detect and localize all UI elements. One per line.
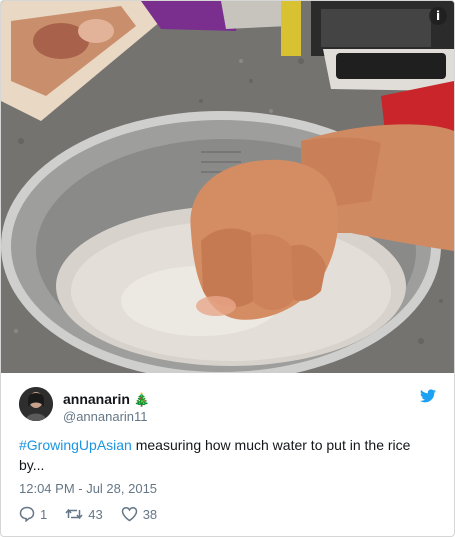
retweet-count: 43 [88,506,103,522]
reply-icon [19,506,35,522]
display-name[interactable]: annanarin [63,391,130,407]
rice-cooker-photo [1,1,454,373]
retweet-button[interactable]: 43 [65,506,103,522]
tweet-photo[interactable]: i [1,1,454,373]
avatar[interactable] [19,387,53,421]
user-handle[interactable]: @annanarin11 [63,409,148,424]
display-name-row[interactable]: annanarin 🎄 [63,391,150,408]
tweet-actions: 1 43 38 [19,505,175,523]
like-button[interactable]: 38 [121,506,157,522]
twitter-bird-icon[interactable] [420,389,436,403]
info-icon[interactable]: i [429,7,447,25]
reply-count: 1 [40,506,48,522]
timestamp[interactable]: 12:04 PM - Jul 28, 2015 [19,481,157,496]
tweet-card: i annanarin 🎄 @annanarin11 #GrowingUpAsi… [0,0,455,537]
hashtag-link[interactable]: #GrowingUpAsian [19,437,132,453]
christmas-tree-icon: 🎄 [133,392,150,407]
like-count: 38 [142,506,158,522]
tweet-text: #GrowingUpAsian measuring how much water… [19,435,436,475]
heart-icon [121,506,137,522]
avatar-image [19,387,53,421]
tweet-header: annanarin 🎄 @annanarin11 [19,385,436,425]
retweet-icon [65,508,83,520]
reply-button[interactable]: 1 [19,506,47,522]
